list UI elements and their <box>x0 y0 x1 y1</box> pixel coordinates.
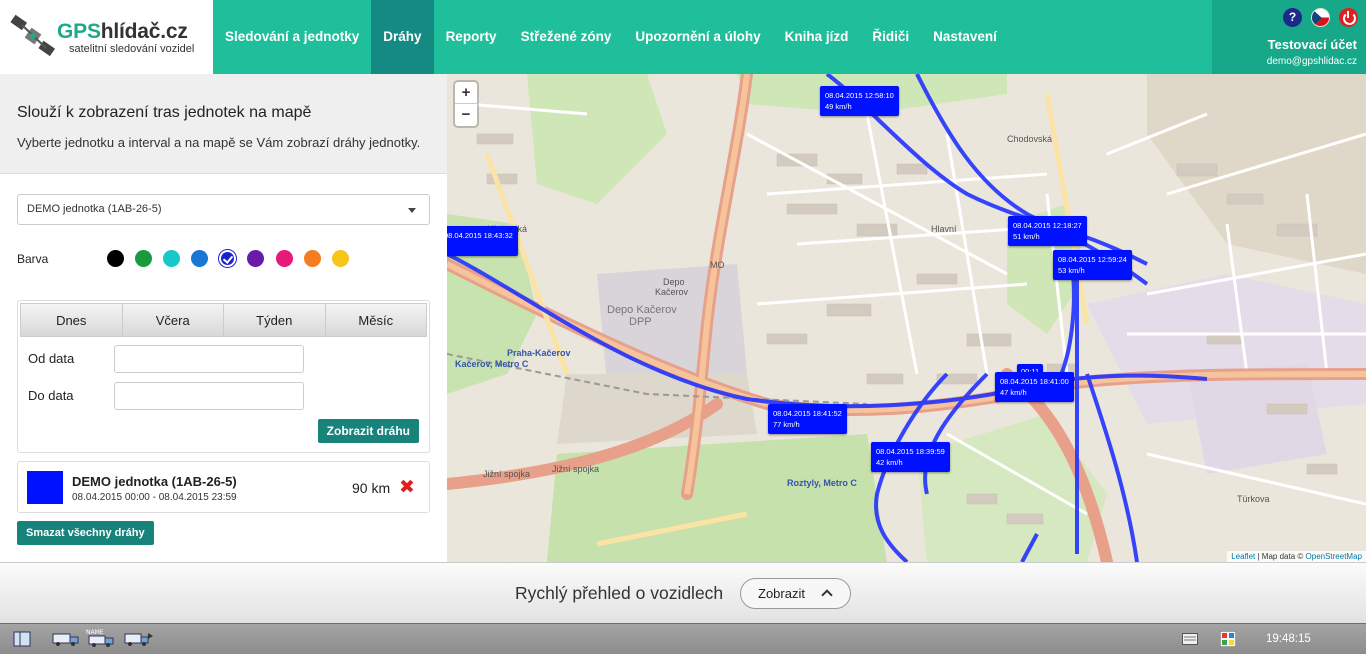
map-label-hlavni: Hlavní <box>931 224 957 234</box>
map-canvas <box>447 74 1366 562</box>
account-name[interactable]: Testovací účet <box>1268 37 1357 52</box>
color-swatch[interactable] <box>135 250 152 267</box>
route-point-label[interactable]: 08.04.2015 18:41:52 77 km/h <box>768 404 847 434</box>
map-label-kacerov: Kačerov <box>655 287 689 297</box>
top-header: GPShlídač.cz satelitní sledování vozidel… <box>0 0 1366 74</box>
color-swatch[interactable] <box>276 250 293 267</box>
map-label-kacerov-metro: Kačerov, Metro C <box>455 359 529 369</box>
color-swatch[interactable] <box>247 250 264 267</box>
map-label-mo: MO <box>710 260 725 270</box>
map[interactable]: Depo Kačerov Depo Kačerov DPP Praha-Kače… <box>447 74 1366 562</box>
chevron-down-icon <box>408 208 416 213</box>
color-swatch[interactable] <box>107 250 124 267</box>
quick-overview-label: Zobrazit <box>758 586 805 601</box>
map-label-depo: Depo <box>663 277 685 287</box>
nav-settings[interactable]: Nastavení <box>921 0 1009 74</box>
tab-month[interactable]: Měsíc <box>326 304 427 336</box>
route-color-swatch <box>27 471 63 504</box>
tab-week[interactable]: Týden <box>224 304 326 336</box>
nav-guarded-zones[interactable]: Střežené zóny <box>509 0 624 74</box>
nav-tracking[interactable]: Sledování a jednotky <box>213 0 371 74</box>
route-dates: 08.04.2015 00:00 - 08.04.2015 23:59 <box>72 492 237 503</box>
brand-name: GPShlídač.cz <box>57 20 188 43</box>
nav-logbook[interactable]: Kniha jízd <box>773 0 861 74</box>
route-point-label[interactable]: 08.04.2015 12:59:24 53 km/h <box>1053 250 1132 280</box>
intro-section: Slouží k zobrazení tras jednotek na mapě… <box>0 74 447 174</box>
color-label: Barva <box>17 252 49 266</box>
show-route-button[interactable]: Zobrazit dráhu <box>317 419 419 443</box>
zoom-out-button[interactable]: − <box>455 104 477 126</box>
map-label-turkova: Türkova <box>1237 494 1270 504</box>
truck-arrow-icon[interactable] <box>124 631 154 647</box>
bottom-taskbar: NAME 19:48:15 <box>0 623 1366 654</box>
color-swatch[interactable] <box>332 250 349 267</box>
from-date-input[interactable] <box>114 345 304 373</box>
map-label-roztyly: Roztyly, Metro C <box>787 478 857 488</box>
quick-overview-title: Rychlý přehled o vozidlech <box>515 583 724 603</box>
quick-overview-toggle[interactable]: Zobrazit <box>740 578 851 609</box>
clear-all-routes-button[interactable]: Smazat všechny dráhy <box>17 521 154 545</box>
zoom-control: + − <box>455 82 477 126</box>
tab-yesterday[interactable]: Včera <box>123 304 224 336</box>
color-swatch[interactable] <box>304 250 321 267</box>
panel-toggle-icon[interactable] <box>13 631 31 647</box>
map-label-jizni-spojka: Jižní spojka <box>483 469 531 479</box>
map-label-depo-kacerov: Depo Kačerov <box>607 304 677 316</box>
routes-panel: Slouží k zobrazení tras jednotek na mapě… <box>0 74 447 562</box>
logo[interactable]: GPShlídač.cz satelitní sledování vozidel <box>0 0 213 74</box>
unit-select-value: DEMO jednotka (1AB-26-5) <box>27 203 162 215</box>
interval-tabs: Dnes Včera Týden Měsíc <box>20 303 427 337</box>
map-attribution: Leaflet | Map data © OpenStreetMap <box>1227 551 1366 562</box>
route-point-label[interactable]: 08.04.2015 18:39:59 42 km/h <box>871 442 950 472</box>
panel-heading: Slouží k zobrazení tras jednotek na mapě <box>17 104 312 121</box>
color-swatch[interactable] <box>219 250 236 267</box>
help-icon[interactable]: ? <box>1283 8 1302 27</box>
truck-name-icon[interactable]: NAME <box>86 628 116 648</box>
panel-description: Vyberte jednotku a interval a na mapě se… <box>17 135 421 150</box>
route-unit-name: DEMO jednotka (1AB-26-5) <box>72 474 237 489</box>
color-swatch[interactable] <box>191 250 208 267</box>
nav-routes[interactable]: Dráhy <box>371 0 434 74</box>
quick-overview-bar: Rychlý přehled o vozidlech Zobrazit <box>0 562 1366 623</box>
leaflet-link[interactable]: Leaflet <box>1231 552 1255 561</box>
map-label-praha-kacerov: Praha-Kačerov <box>507 348 571 358</box>
svg-text:NAME: NAME <box>86 629 104 636</box>
delete-route-icon[interactable]: ✖ <box>399 476 415 499</box>
czech-flag-icon[interactable] <box>1311 8 1330 27</box>
zoom-in-button[interactable]: + <box>455 82 477 104</box>
account-email: demo@gpshlidac.cz <box>1266 56 1357 67</box>
to-date-label: Do data <box>28 388 74 403</box>
nav-drivers[interactable]: Řidiči <box>860 0 921 74</box>
power-icon[interactable] <box>1339 8 1358 27</box>
interval-box: Dnes Včera Týden Měsíc Od data Do data Z… <box>17 300 430 453</box>
unit-select[interactable]: DEMO jednotka (1AB-26-5) <box>17 194 430 225</box>
clock: 19:48:15 <box>1266 633 1311 645</box>
from-date-label: Od data <box>28 351 75 366</box>
to-date-input[interactable] <box>114 382 304 410</box>
route-card: DEMO jednotka (1AB-26-5) 08.04.2015 00:0… <box>17 461 430 513</box>
map-label-chodovska: Chodovská <box>1007 134 1053 144</box>
color-swatch[interactable] <box>163 250 180 267</box>
main-nav: Sledování a jednotky Dráhy Reporty Střež… <box>213 0 1009 74</box>
nav-reports[interactable]: Reporty <box>434 0 509 74</box>
grid-settings-icon[interactable] <box>1220 631 1236 647</box>
osm-link[interactable]: OpenStreetMap <box>1306 552 1362 561</box>
route-point-label[interactable]: 08.04.2015 12:18:27 51 km/h <box>1008 216 1087 246</box>
route-distance: 90 km <box>352 480 391 496</box>
keyboard-icon[interactable] <box>1182 633 1198 645</box>
map-label-dpp: DPP <box>629 316 652 328</box>
nav-alerts[interactable]: Upozornění a úlohy <box>623 0 772 74</box>
chevron-up-icon <box>821 589 833 601</box>
route-point-label[interactable]: 08.04.2015 12:58:10 49 km/h <box>820 86 899 116</box>
brand-tagline: satelitní sledování vozidel <box>69 43 195 55</box>
tab-today[interactable]: Dnes <box>21 304 123 336</box>
satellite-icon <box>10 14 56 57</box>
route-point-label[interactable]: 08.04.2015 18:43:32 <box>447 226 518 256</box>
account-area: ? Testovací účet demo@gpshlidac.cz <box>1212 0 1366 74</box>
route-point-label[interactable]: 08.04.2015 18:41:00 47 km/h <box>995 372 1074 402</box>
map-label-jizni-spojka-2: Jižní spojka <box>552 464 600 474</box>
truck-icon[interactable] <box>52 631 80 647</box>
